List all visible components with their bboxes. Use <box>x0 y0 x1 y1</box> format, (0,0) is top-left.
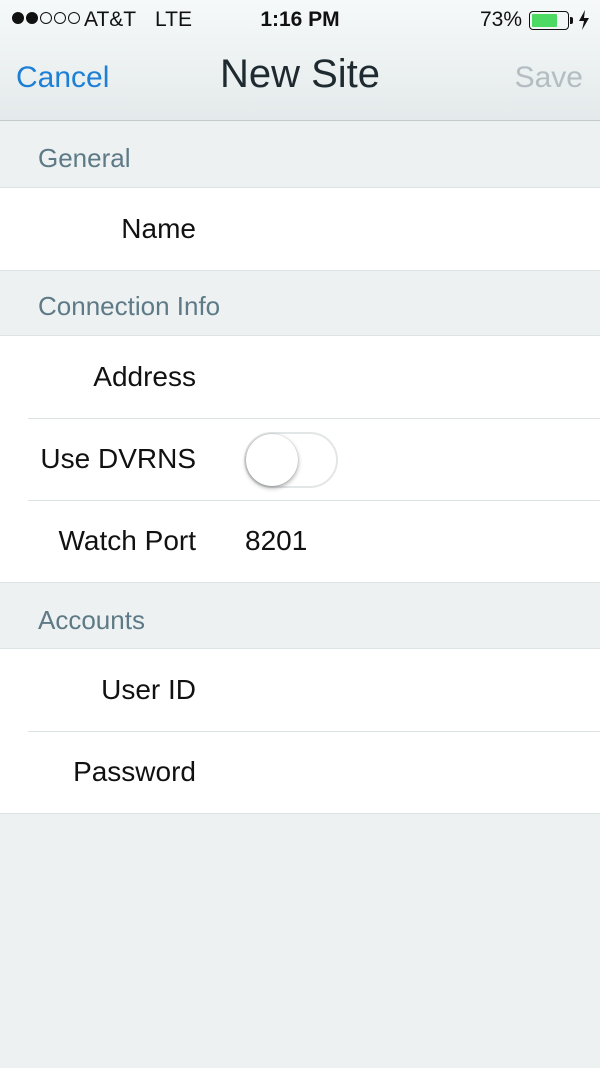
address-label: Address <box>93 361 196 392</box>
battery-fill <box>532 14 557 27</box>
page-title: New Site <box>219 52 381 96</box>
status-bar: AT&T LTE 1:16 PM 73% <box>0 0 600 40</box>
section-header-general: General <box>38 143 131 173</box>
connection-group: Address Use DVRNS Watch Port <box>0 335 600 583</box>
watch-port-input[interactable] <box>240 518 580 564</box>
section-header-accounts: Accounts <box>38 605 145 635</box>
dvrns-toggle[interactable] <box>244 432 338 488</box>
dvrns-row: Use DVRNS <box>0 418 600 500</box>
name-label: Name <box>121 213 196 244</box>
address-input[interactable] <box>240 354 580 400</box>
name-row: Name <box>0 188 600 270</box>
password-row: Password <box>0 731 600 813</box>
watch-port-row: Watch Port <box>0 500 600 582</box>
battery-icon <box>529 11 573 30</box>
dvrns-label: Use DVRNS <box>40 443 196 474</box>
user-id-row: User ID <box>0 649 600 731</box>
section-header-connection-info: Connection Info <box>38 291 221 321</box>
toggle-knob <box>246 434 298 486</box>
save-button[interactable]: Save <box>515 61 583 95</box>
password-input[interactable] <box>240 749 580 795</box>
user-id-label: User ID <box>101 674 196 705</box>
password-label: Password <box>73 756 196 787</box>
general-group: Name <box>0 187 600 271</box>
watch-port-label: Watch Port <box>58 525 196 556</box>
user-id-input[interactable] <box>240 667 580 713</box>
navigation-bar: AT&T LTE 1:16 PM 73% Cancel New Site Sav… <box>0 0 600 121</box>
name-input[interactable] <box>240 206 580 252</box>
address-row: Address <box>0 336 600 418</box>
accounts-group: User ID Password <box>0 648 600 814</box>
charging-bolt-icon <box>579 10 589 30</box>
battery-percent: 73% <box>479 8 522 31</box>
